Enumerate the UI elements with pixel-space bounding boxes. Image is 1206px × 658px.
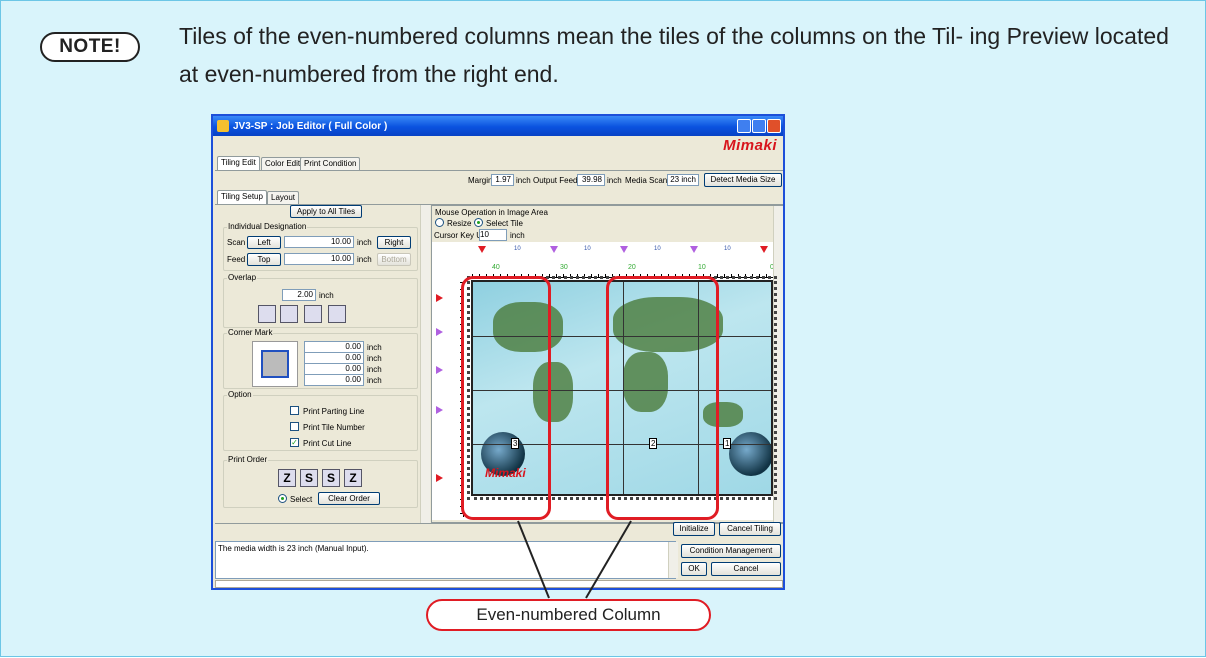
even-numbered-column-callout: Even-numbered Column: [426, 599, 711, 631]
callout-leader-lines: [517, 520, 632, 599]
note-panel: NOTE! Tiles of the even-numbered columns…: [0, 0, 1206, 657]
